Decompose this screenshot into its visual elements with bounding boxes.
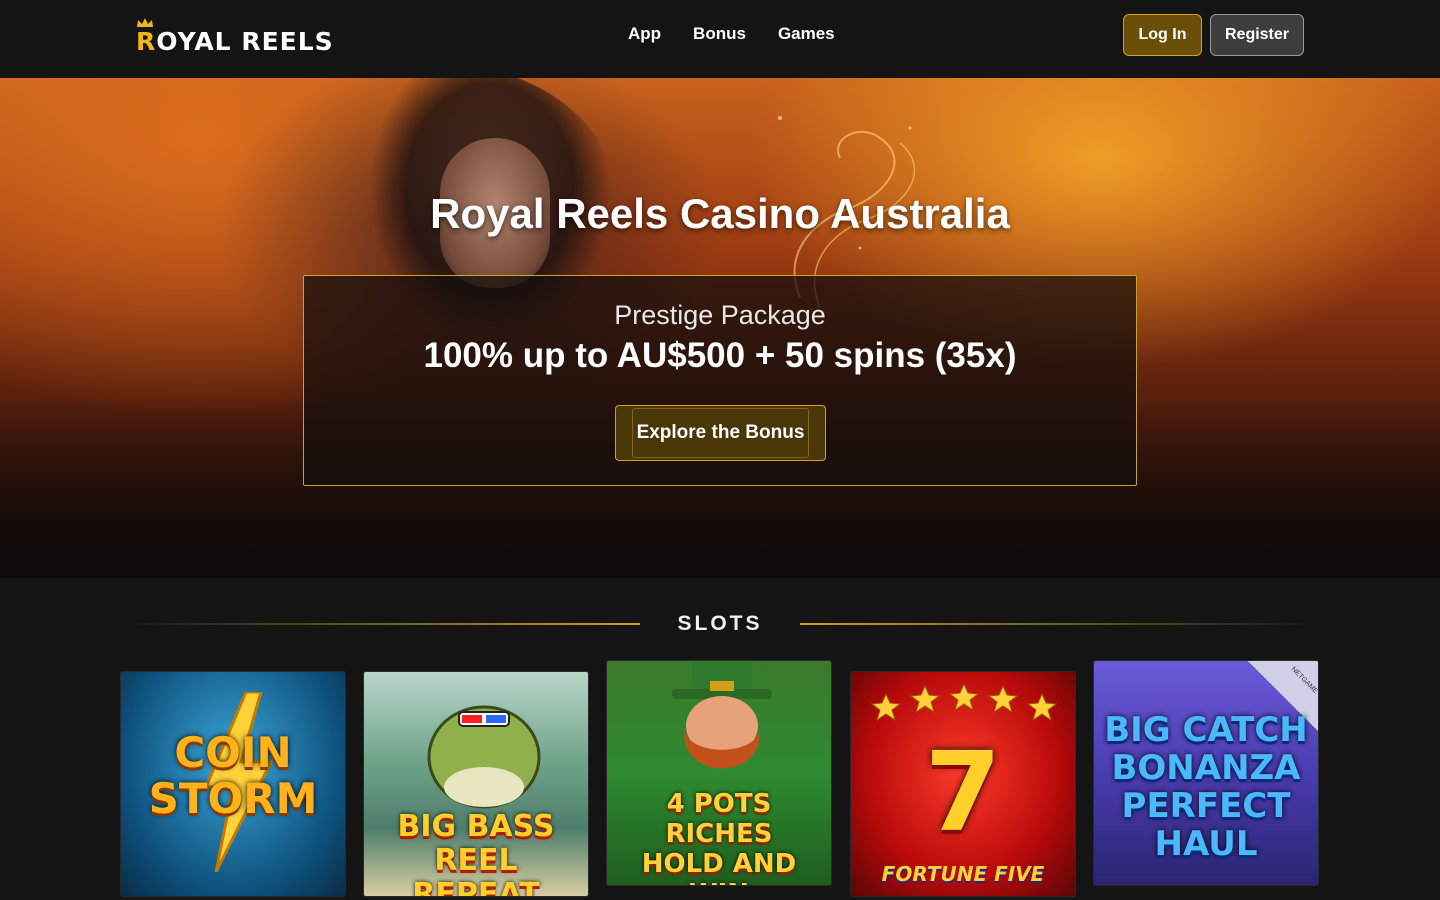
register-button[interactable]: Register [1210,14,1304,56]
heading-divider-right [800,623,1320,625]
hero-banner: Royal Reels Casino Australia Prestige Pa… [0,78,1440,578]
game-tile-4-pots-riches[interactable]: 4 POTS RICHES HOLD AND WIN [606,660,832,886]
game-tile-big-bass-reel-repeat[interactable]: BIG BASS REEL REPEAT [363,671,589,897]
promo-box: Prestige Package 100% up to AU$500 + 50 … [303,275,1137,486]
logo-wordmark: ROYAL REELS [136,26,334,56]
game-tile-coin-storm[interactable]: COIN STORM [120,671,346,897]
game-tile-big-catch-bonanza[interactable]: NETGAME BIG CATCH BONANZA PERFECT HAUL [1093,660,1319,886]
hero-title: Royal Reels Casino Australia [430,190,1010,237]
bass-fish-icon [427,705,541,809]
crown-icon [137,18,153,27]
game-title-text: BIG BASS REEL REPEAT [397,809,555,897]
slots-section: SLOTS COIN STORM BIG BASS REEL REPEAT 4 … [0,578,1440,900]
promo-name: Prestige Package [614,300,826,330]
game-title-text: 4 POTS RICHES HOLD AND WIN [641,789,797,885]
nav-bonus[interactable]: Bonus [677,22,762,46]
nav-app[interactable]: App [612,22,677,46]
stars-row-icon [871,684,1057,722]
login-button[interactable]: Log In [1123,14,1202,56]
nav-games[interactable]: Games [762,22,851,46]
promo-offer: 100% up to AU$500 + 50 spins (35x) [423,336,1017,375]
game-title-text: COIN STORM [148,728,318,823]
site-header: ROYAL REELS App Bonus Games Log In Regis… [0,0,1440,78]
explore-bonus-button[interactable]: Explore the Bonus [615,405,826,461]
game-tile-fortune-five[interactable]: 7 FORTUNE FIVE [850,671,1076,897]
leprechaun-icon [672,661,772,769]
explore-bonus-label: Explore the Bonus [636,422,805,443]
seven-symbol: 7 [924,728,1002,856]
slots-heading-row: SLOTS [120,612,1320,636]
game-title-text: BIG CATCH BONANZA PERFECT HAUL [1104,710,1308,864]
game-title-text: FORTUNE FIVE [881,862,1045,886]
main-nav: App Bonus Games [612,22,851,46]
royal-reels-logo[interactable]: ROYAL REELS [136,18,334,58]
